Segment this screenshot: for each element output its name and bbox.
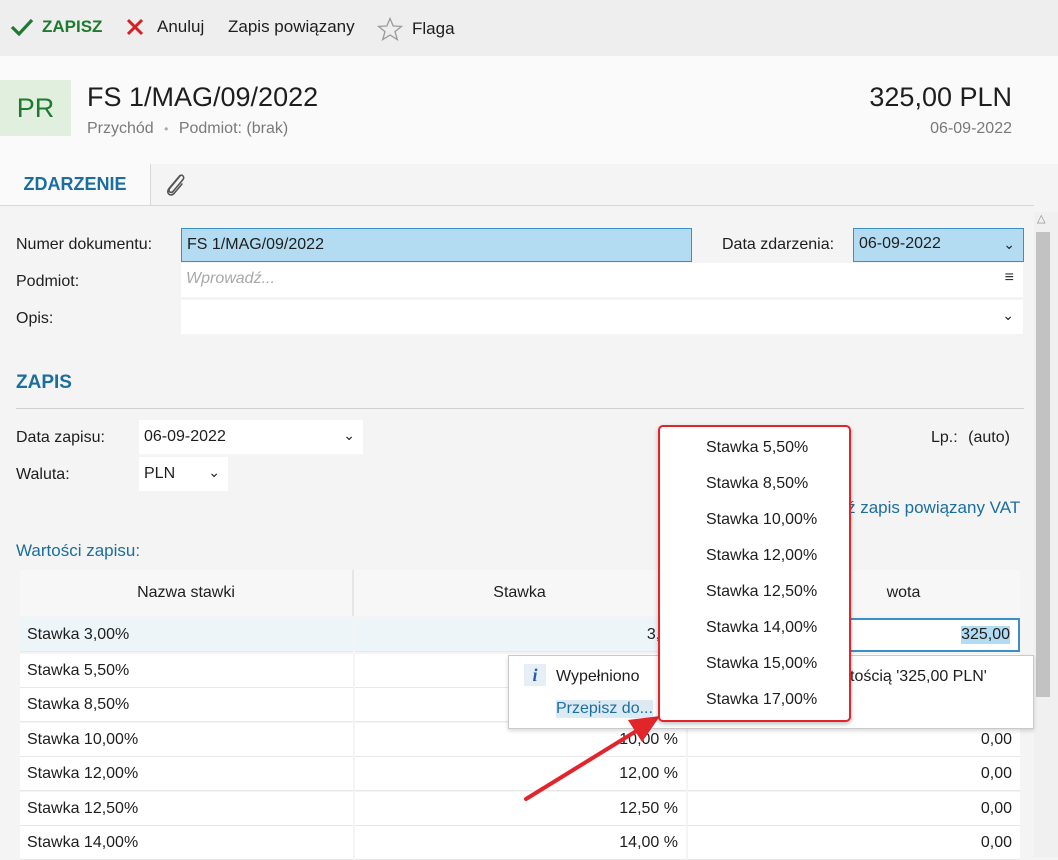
subject-label: Podmiot:	[16, 273, 80, 290]
cancel-label: Anuluj	[157, 17, 205, 36]
rate-name-cell: Stawka 14,00%	[20, 826, 353, 860]
amount-cell[interactable]: 0,00	[688, 792, 1020, 826]
amount-cell[interactable]: 0,00	[688, 757, 1020, 791]
scroll-up-icon[interactable]: △	[1037, 212, 1045, 225]
event-date-field[interactable]: 06-09-2022 ⌄	[853, 228, 1024, 262]
chevron-down-icon[interactable]: ⌄	[1003, 236, 1015, 253]
description-label: Opis:	[16, 310, 54, 327]
info-text: Wypełniono	[556, 668, 640, 685]
subtitle-separator: •	[164, 122, 169, 136]
lp-label: Lp.:	[931, 429, 958, 446]
column-header-rate[interactable]: Stawka	[354, 570, 687, 616]
doc-number-label: Numer dokumentu:	[16, 236, 153, 253]
lp-value: (auto)	[968, 429, 1010, 446]
checkmark-icon	[10, 18, 34, 37]
related-entry-button[interactable]: Zapis powiązany	[228, 17, 355, 37]
rate-dropdown-list[interactable]: Stawka 5,50% Stawka 8,50% Stawka 10,00% …	[658, 425, 851, 722]
tab-divider	[0, 205, 1034, 206]
toolbar: ZAPISZ Anuluj Zapis powiązany Flaga	[0, 0, 1058, 56]
entry-date-value: 06-09-2022	[144, 428, 226, 445]
amount-value: 325,00	[961, 626, 1010, 644]
dropdown-option[interactable]: Stawka 17,00%	[706, 691, 817, 709]
info-icon: i	[524, 664, 546, 686]
currency-label: Waluta:	[16, 466, 70, 483]
doc-number-field[interactable]: FS 1/MAG/09/2022	[181, 228, 692, 262]
save-label: ZAPISZ	[42, 17, 103, 36]
page-title: FS 1/MAG/09/2022	[87, 82, 319, 112]
dropdown-option[interactable]: Stawka 10,00%	[706, 511, 817, 529]
red-arrow-annotation	[524, 716, 660, 801]
dropdown-option[interactable]: Stawka 15,00%	[706, 655, 817, 673]
tab-zdarzenie[interactable]: ZDARZENIE	[0, 164, 151, 205]
document-amount: 325,00 PLN	[869, 82, 1012, 112]
rate-name-cell: Stawka 3,00%	[20, 618, 353, 652]
dropdown-option[interactable]: Stawka 14,00%	[706, 619, 817, 637]
amount-cell[interactable]: 0,00	[688, 826, 1020, 860]
tab-attachments[interactable]	[160, 170, 192, 200]
event-date-label: Data zdarzenia:	[722, 236, 835, 253]
rate-name-cell: Stawka 5,50%	[20, 654, 353, 688]
entry-date-label: Data zapisu:	[16, 429, 105, 446]
document-type-badge: PR	[0, 80, 71, 136]
chevron-down-icon[interactable]: ⌄	[1002, 307, 1014, 324]
dropdown-option[interactable]: Stawka 12,00%	[706, 547, 817, 565]
close-icon	[126, 18, 144, 36]
rate-name-cell: Stawka 8,50%	[20, 688, 353, 722]
section-divider	[16, 408, 1024, 409]
currency-value: PLN	[144, 465, 176, 482]
document-subtitle: Przychód • Podmiot: (brak)	[87, 120, 288, 138]
subject-input[interactable]: Wprowadź... ≡	[181, 263, 1023, 297]
paperclip-icon	[166, 174, 185, 196]
flag-label: Flaga	[412, 19, 455, 38]
star-icon	[377, 17, 403, 41]
description-input[interactable]: ⌄	[181, 300, 1023, 334]
document-type: Przychód	[87, 120, 154, 137]
document-date: 06-09-2022	[930, 120, 1012, 137]
section-title-zapis: ZAPIS	[16, 372, 72, 393]
menu-icon[interactable]: ≡	[1005, 269, 1014, 287]
doc-number-value: FS 1/MAG/09/2022	[187, 236, 324, 253]
entry-values-title: Wartości zapisu:	[16, 541, 141, 560]
table-row[interactable]: Stawka 14,00% 14,00 % 0,00	[20, 826, 1020, 860]
flag-button[interactable]: Flaga	[377, 17, 455, 41]
entry-date-field[interactable]: 06-09-2022 ⌄	[139, 420, 363, 454]
dropdown-option[interactable]: Stawka 5,50%	[706, 439, 808, 457]
dropdown-option[interactable]: Stawka 8,50%	[706, 475, 808, 493]
lp-info: Lp.: (auto)	[931, 429, 1010, 447]
rate-name-cell: Stawka 12,50%	[20, 792, 353, 826]
scrollbar-thumb[interactable]	[1036, 232, 1050, 697]
table-row[interactable]: Stawka 3,00% 3,00 325,00	[20, 618, 1020, 652]
column-header-name[interactable]: Nazwa stawki	[20, 570, 354, 616]
event-date-value: 06-09-2022	[859, 235, 941, 252]
currency-select[interactable]: PLN ⌄	[139, 457, 228, 491]
rate-name-cell: Stawka 12,00%	[20, 757, 353, 791]
related-entry-label: Zapis powiązany	[228, 17, 355, 36]
rate-cell[interactable]: 14,00 %	[355, 826, 686, 860]
rate-cell[interactable]: 3,00	[355, 618, 686, 652]
add-vat-entry-link[interactable]: ź zapis powiązany VAT	[847, 498, 1020, 518]
chevron-down-icon[interactable]: ⌄	[208, 464, 220, 481]
dropdown-option[interactable]: Stawka 12,50%	[706, 583, 817, 601]
chevron-down-icon[interactable]: ⌄	[343, 427, 355, 444]
cancel-button[interactable]: Anuluj	[125, 17, 204, 37]
subject-placeholder: Wprowadź...	[186, 270, 275, 287]
info-text-tail: tością '325,00 PLN'	[850, 668, 987, 685]
rate-name-cell: Stawka 10,00%	[20, 723, 353, 757]
document-subject: Podmiot: (brak)	[178, 120, 289, 137]
save-button[interactable]: ZAPISZ	[10, 17, 102, 37]
